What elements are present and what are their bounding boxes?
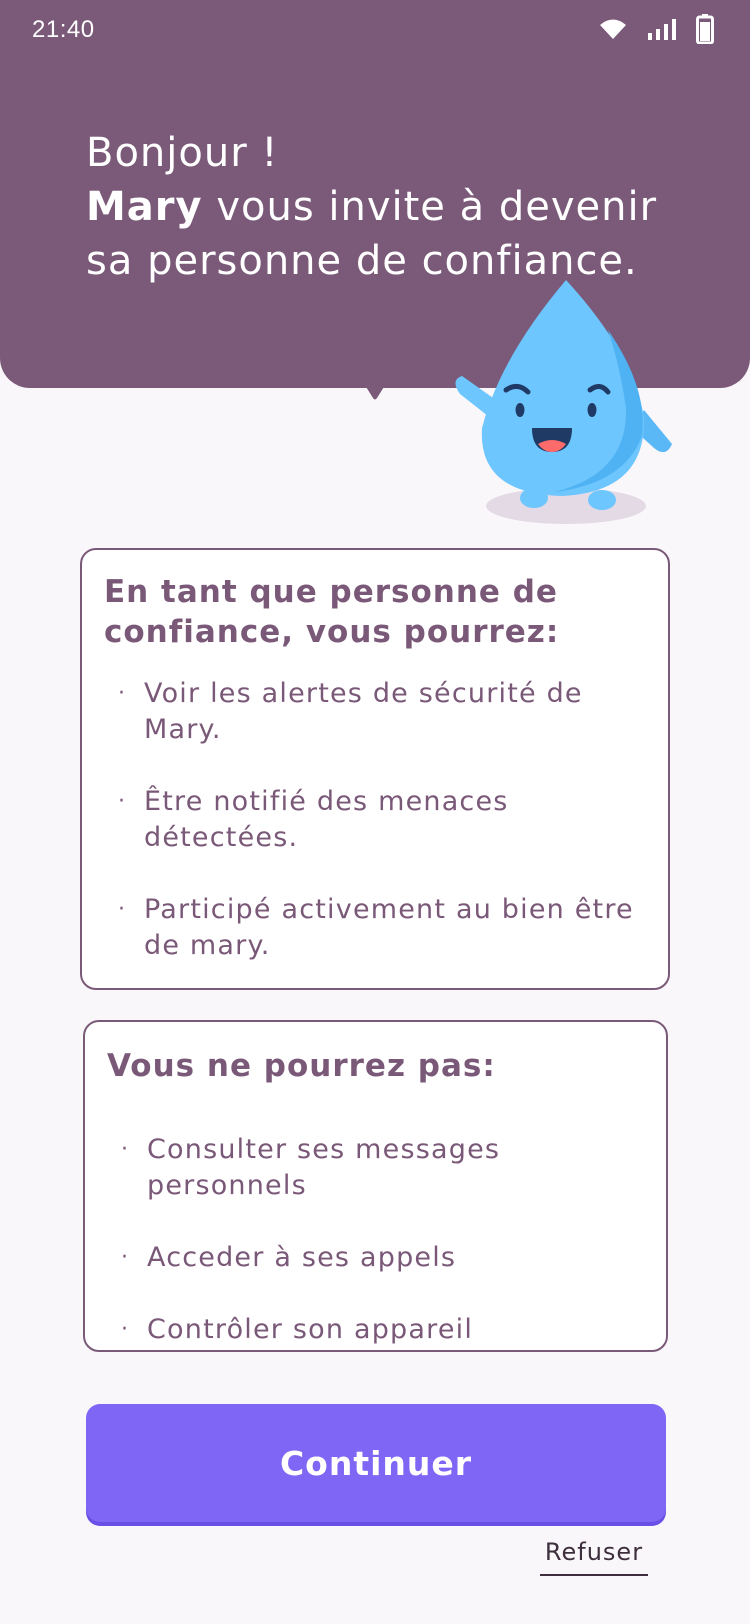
list-item: · Être notifié des menaces détectées. xyxy=(118,786,509,853)
bullet-icon: · xyxy=(118,897,127,922)
invite-message: Mary vous invite à devenir sa personne d… xyxy=(86,180,686,288)
list-item: · Participé activement au bien être de ma… xyxy=(118,894,634,961)
bullet-icon: · xyxy=(121,1137,130,1162)
greeting-text: Bonjour ! Mary vous invite à devenir sa … xyxy=(86,126,686,288)
list-item: · Acceder à ses appels xyxy=(121,1240,641,1276)
bullet-icon: · xyxy=(121,1245,130,1270)
speech-bubble-tail xyxy=(363,382,387,400)
inviter-name: Mary xyxy=(86,184,203,230)
signal-icon xyxy=(646,17,678,41)
status-time: 21:40 xyxy=(32,16,95,43)
list-item: · Consulter ses messages personnels xyxy=(121,1134,501,1201)
greeting-line: Bonjour ! xyxy=(86,130,279,176)
list-item: · Voir les alertes de sécurité de Mary. xyxy=(118,678,583,745)
water-drop-mascot-icon xyxy=(455,280,672,524)
restrictions-card: Vous ne pourrez pas: · Consulter ses mess… xyxy=(83,1020,668,1352)
bullet-icon: · xyxy=(118,681,127,706)
card-title: En tant que personne de confiance, vous … xyxy=(104,574,560,650)
card-title: Vous ne pourrez pas: xyxy=(107,1048,496,1084)
bullet-icon: · xyxy=(121,1317,130,1342)
battery-icon xyxy=(696,14,714,44)
refuse-link[interactable]: Refuser xyxy=(540,1538,648,1576)
trusted-permissions-card: En tant que personne de confiance, vous … xyxy=(80,548,670,990)
status-icons xyxy=(598,14,714,44)
permissions-list: · Voir les alertes de sécurité de Mary. ·… xyxy=(118,676,638,1000)
bullet-icon: · xyxy=(118,789,127,814)
restrictions-list: · Consulter ses messages personnels · Acce… xyxy=(121,1132,641,1384)
list-item: · Contrôler son appareil xyxy=(121,1312,641,1348)
wifi-icon xyxy=(598,17,628,41)
continue-button[interactable]: Continuer xyxy=(86,1404,666,1522)
